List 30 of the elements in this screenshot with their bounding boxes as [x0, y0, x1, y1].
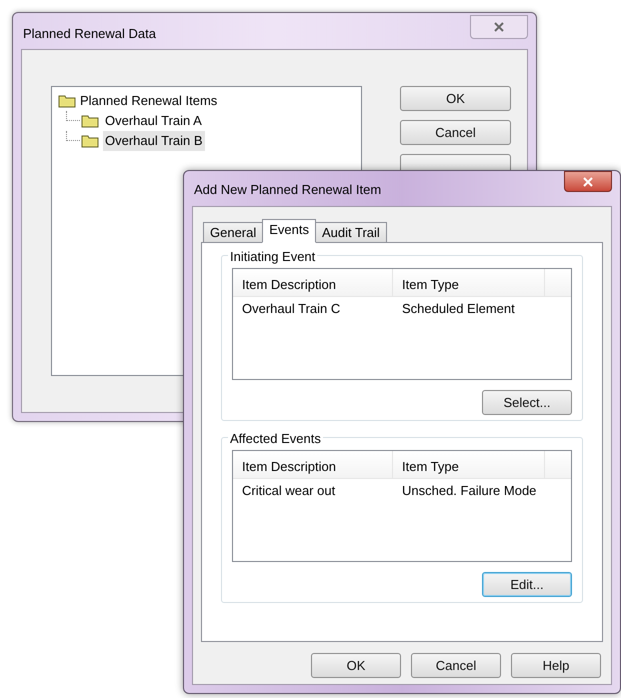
tree-item[interactable]: Overhaul Train A [103, 111, 204, 131]
dialog-button[interactable]: OK [400, 86, 511, 111]
dialog-button[interactable]: Edit... [482, 572, 572, 597]
folder-icon [81, 114, 99, 128]
tab[interactable]: General [203, 222, 264, 243]
table-cell-text: Scheduled Element [401, 300, 516, 318]
table-cell-text: Critical wear out [241, 482, 336, 500]
dialog-button[interactable]: Help [511, 653, 601, 678]
dialog-button[interactable]: Cancel [411, 653, 501, 678]
close-icon [582, 176, 594, 186]
table-cell-text: Unsched. Failure Mode [401, 482, 538, 500]
folder-icon [58, 94, 76, 108]
column-header[interactable]: Item Description [233, 451, 393, 478]
dialog-button[interactable]: Cancel [400, 120, 511, 145]
dialog-button[interactable]: OK [311, 653, 401, 678]
column-header[interactable]: Item Type [393, 269, 545, 296]
dialog-button[interactable]: Select... [482, 390, 572, 415]
close-icon [493, 22, 505, 32]
close-button[interactable] [470, 15, 528, 39]
folder-icon [81, 134, 99, 148]
window-title: Planned Renewal Data [23, 25, 156, 43]
tab[interactable]: Audit Trail [315, 222, 387, 243]
tree-item[interactable]: Planned Renewal Items [80, 91, 218, 111]
column-header[interactable]: Item Description [233, 269, 393, 296]
table-cell-text: Overhaul Train C [241, 300, 342, 318]
column-header[interactable]: Item Type [393, 451, 545, 478]
tree-item[interactable]: Overhaul Train B [103, 131, 205, 151]
window-title: Add New Planned Renewal Item [194, 181, 382, 199]
close-button[interactable] [564, 171, 612, 192]
tab[interactable]: Events [262, 219, 316, 243]
